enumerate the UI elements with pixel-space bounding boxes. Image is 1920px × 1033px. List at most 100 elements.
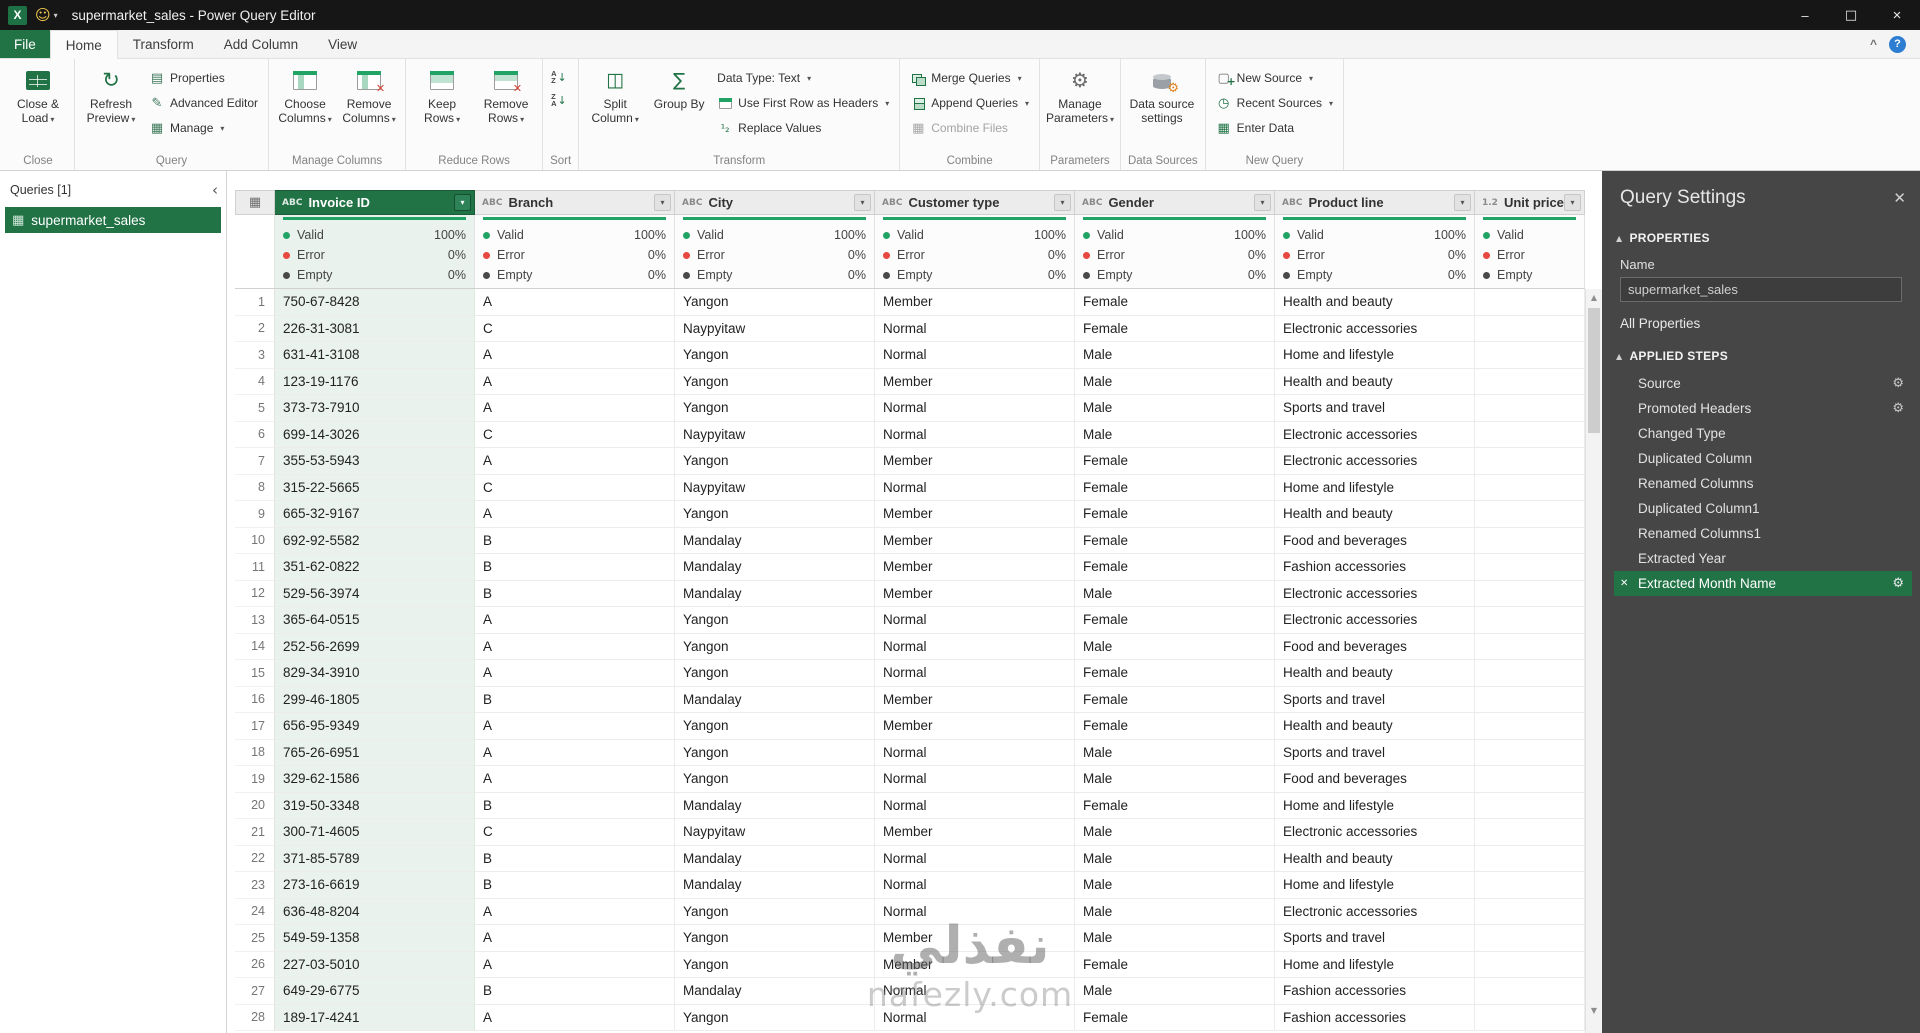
column-type-icon[interactable]: ABC — [282, 198, 302, 208]
cell[interactable]: Female — [1075, 554, 1275, 581]
scrollbar-thumb[interactable] — [1588, 308, 1600, 433]
tab-view[interactable]: View — [313, 30, 372, 58]
row-number[interactable]: 13 — [235, 607, 275, 634]
manage-parameters-button[interactable]: ⚙ Manage Parameters ▾ — [1045, 62, 1115, 148]
row-number[interactable]: 18 — [235, 739, 275, 766]
cell[interactable]: Female — [1075, 474, 1275, 501]
column-header-city[interactable]: ABC City ▾ — [675, 190, 875, 215]
cell[interactable]: 226-31-3081 — [275, 315, 475, 342]
cell[interactable]: Home and lifestyle — [1275, 342, 1475, 369]
cell[interactable]: Electronic accessories — [1275, 448, 1475, 475]
cell[interactable]: A — [475, 448, 675, 475]
cell[interactable]: Normal — [875, 633, 1075, 660]
cell[interactable]: Female — [1075, 713, 1275, 740]
applied-step-promoted-headers[interactable]: ✕Promoted Headers⚙ — [1614, 396, 1912, 421]
cell[interactable]: Health and beauty — [1275, 660, 1475, 687]
cell[interactable]: Fashion accessories — [1275, 978, 1475, 1005]
sort-descending-button[interactable]: ZA ↓ — [548, 90, 570, 110]
collapse-queries-panel-icon[interactable]: ‹ — [212, 181, 218, 199]
cell[interactable]: Member — [875, 925, 1075, 952]
filter-dropdown-icon[interactable]: ▾ — [1564, 194, 1581, 211]
row-number[interactable]: 6 — [235, 421, 275, 448]
cell[interactable]: Female — [1075, 315, 1275, 342]
cell[interactable]: B — [475, 845, 675, 872]
maximize-button[interactable]: □ — [1828, 0, 1874, 30]
cell[interactable]: Member — [875, 713, 1075, 740]
cell[interactable]: Home and lifestyle — [1275, 872, 1475, 899]
cell[interactable]: Naypyitaw — [675, 474, 875, 501]
cell[interactable]: Normal — [875, 845, 1075, 872]
cell[interactable]: Normal — [875, 898, 1075, 925]
cell[interactable]: Female — [1075, 660, 1275, 687]
cell[interactable]: Sports and travel — [1275, 925, 1475, 952]
cell[interactable] — [1475, 845, 1585, 872]
cell[interactable]: Male — [1075, 739, 1275, 766]
help-icon[interactable]: ? — [1889, 35, 1906, 53]
row-number[interactable]: 24 — [235, 898, 275, 925]
applied-steps-section-header[interactable]: ▲ APPLIED STEPS — [1602, 341, 1920, 369]
cell[interactable]: Yangon — [675, 342, 875, 369]
cell[interactable] — [1475, 580, 1585, 607]
cell[interactable]: Member — [875, 819, 1075, 846]
cell[interactable]: A — [475, 395, 675, 422]
applied-step-source[interactable]: ✕Source⚙ — [1614, 371, 1912, 396]
cell[interactable]: Member — [875, 951, 1075, 978]
data-source-settings-button[interactable]: Data source settings — [1126, 62, 1198, 148]
cell[interactable] — [1475, 554, 1585, 581]
cell[interactable]: 373-73-7910 — [275, 395, 475, 422]
applied-step-duplicated-column[interactable]: ✕Duplicated Column⚙ — [1614, 446, 1912, 471]
column-header-branch[interactable]: ABC Branch ▾ — [475, 190, 675, 215]
gear-icon[interactable]: ⚙ — [1892, 376, 1904, 391]
filter-dropdown-icon[interactable]: ▾ — [654, 194, 671, 211]
cell[interactable]: B — [475, 792, 675, 819]
cell[interactable]: Fashion accessories — [1275, 1004, 1475, 1031]
feedback-smiley-icon[interactable]: ☺ — [35, 6, 51, 24]
row-number[interactable]: 21 — [235, 819, 275, 846]
cell[interactable]: Electronic accessories — [1275, 607, 1475, 634]
cell[interactable]: Health and beauty — [1275, 289, 1475, 316]
cell[interactable]: A — [475, 633, 675, 660]
row-number[interactable]: 4 — [235, 368, 275, 395]
cell[interactable]: Yangon — [675, 739, 875, 766]
cell[interactable]: Male — [1075, 872, 1275, 899]
column-type-icon[interactable]: 1.2 — [1482, 198, 1498, 208]
cell[interactable] — [1475, 368, 1585, 395]
cell[interactable]: Yangon — [675, 395, 875, 422]
cell[interactable]: C — [475, 474, 675, 501]
cell[interactable]: Yangon — [675, 766, 875, 793]
filter-dropdown-icon[interactable]: ▾ — [454, 194, 471, 211]
cell[interactable]: Normal — [875, 421, 1075, 448]
cell[interactable] — [1475, 501, 1585, 528]
cell[interactable]: Yangon — [675, 660, 875, 687]
cell[interactable]: Electronic accessories — [1275, 819, 1475, 846]
cell[interactable] — [1475, 607, 1585, 634]
cell[interactable]: Fashion accessories — [1275, 554, 1475, 581]
cell[interactable]: 750-67-8428 — [275, 289, 475, 316]
cell[interactable]: Female — [1075, 501, 1275, 528]
cell[interactable]: Mandalay — [675, 792, 875, 819]
row-number[interactable]: 11 — [235, 554, 275, 581]
cell[interactable]: Sports and travel — [1275, 686, 1475, 713]
cell[interactable] — [1475, 978, 1585, 1005]
cell[interactable]: 355-53-5943 — [275, 448, 475, 475]
cell[interactable]: 300-71-4605 — [275, 819, 475, 846]
cell[interactable]: 692-92-5582 — [275, 527, 475, 554]
cell[interactable]: A — [475, 951, 675, 978]
properties-section-header[interactable]: ▲ PROPERTIES — [1602, 223, 1920, 251]
properties-button[interactable]: ▤ Properties — [144, 67, 263, 89]
close-button[interactable]: × — [1874, 0, 1920, 30]
row-number[interactable]: 28 — [235, 1004, 275, 1031]
cell[interactable]: Member — [875, 289, 1075, 316]
cell[interactable]: Health and beauty — [1275, 845, 1475, 872]
cell[interactable]: Member — [875, 448, 1075, 475]
query-list-item-supermarket-sales[interactable]: ▦ supermarket_sales — [5, 207, 221, 233]
cell[interactable]: B — [475, 580, 675, 607]
cell[interactable]: 123-19-1176 — [275, 368, 475, 395]
recent-sources-button[interactable]: ◷ Recent Sources ▾ — [1211, 92, 1338, 114]
cell[interactable] — [1475, 289, 1585, 316]
cell[interactable]: A — [475, 501, 675, 528]
cell[interactable]: Mandalay — [675, 845, 875, 872]
cell[interactable]: Yangon — [675, 951, 875, 978]
row-number[interactable]: 12 — [235, 580, 275, 607]
row-number[interactable]: 17 — [235, 713, 275, 740]
